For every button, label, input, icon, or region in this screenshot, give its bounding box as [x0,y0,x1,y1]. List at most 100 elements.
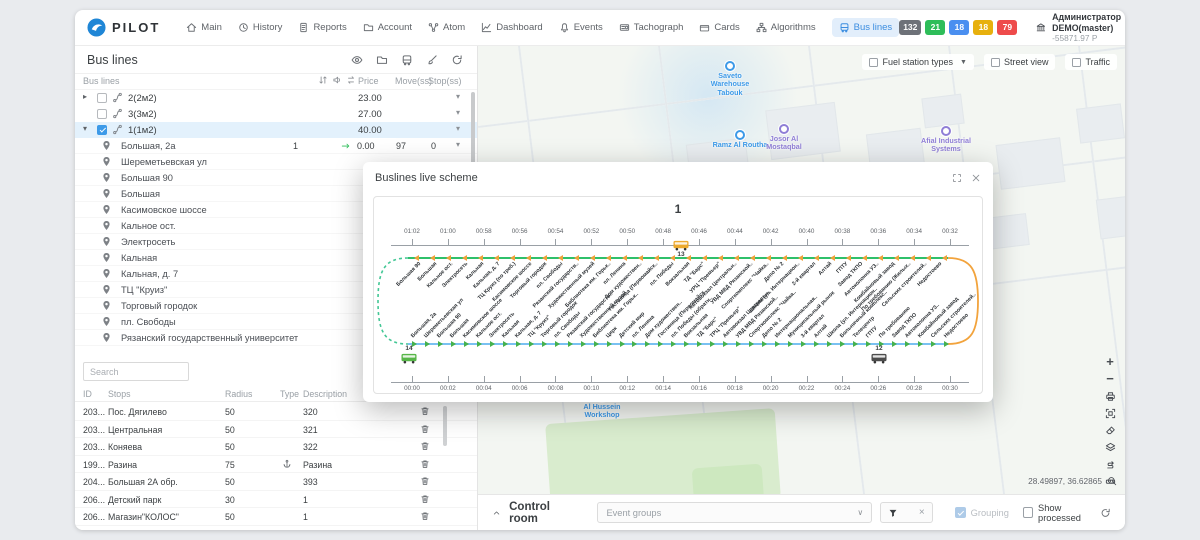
street-view-toggle[interactable]: Street view [984,54,1056,70]
table-row[interactable]: 204...Большая 2А обр.50393 [75,473,477,491]
nav-label: Cards [714,22,739,33]
funnel-icon[interactable] [888,508,898,518]
street-view-checkbox[interactable] [991,58,1000,67]
row-caret-icon[interactable]: ▾ [456,92,460,101]
map-poi[interactable]: Josor Al Mostaqbal [754,124,814,152]
search-input[interactable] [83,362,189,381]
nav-item-tachograph[interactable]: Tachograph [619,22,684,33]
nav-item-events[interactable]: Events [559,22,603,33]
traffic-checkbox[interactable] [1072,58,1081,67]
tree-group-row[interactable]: 3(3м2)27.00▾ [75,106,477,122]
trash-icon[interactable] [420,511,430,521]
map-building [1096,192,1125,239]
map-pin-icon [101,188,112,199]
nav-item-main[interactable]: Main [186,22,222,33]
table-row[interactable]: 203...Центральная50321 [75,421,477,439]
top-route-arrow [846,255,851,261]
map-tool-printer[interactable] [1103,390,1117,402]
fuel-station-types-toggle[interactable]: Fuel station types ▼ [862,54,973,70]
nav-item-algorithms[interactable]: Algorithms [756,22,816,33]
show-processed-checkbox[interactable] [1023,507,1033,518]
trash-icon[interactable] [420,494,430,504]
counter-badge-2[interactable]: 18 [949,20,969,35]
eye-icon[interactable] [351,54,363,66]
map-poi[interactable]: Afial Industrial Systems [916,126,976,154]
bus-icon-14[interactable] [400,353,418,364]
top-tick-label: 00:46 [684,228,714,235]
trash-icon[interactable] [420,406,430,416]
tree-checkbox[interactable] [97,109,107,119]
trash-icon[interactable] [420,424,430,434]
map-tool-eraser[interactable] [1103,424,1117,436]
nav-item-history[interactable]: History [238,22,283,33]
nav-item-cards[interactable]: Cards [699,22,739,33]
map-tool-plus[interactable]: + [1103,356,1117,368]
row-caret-icon[interactable]: ▾ [456,124,460,133]
clear-filter-icon[interactable]: × [919,507,925,518]
speaker-icon[interactable] [332,75,342,85]
bus-icon-12[interactable] [870,353,888,364]
tree-scrollbar[interactable] [471,92,475,172]
magnifier-icon[interactable] [1107,476,1117,486]
counter-badge-1[interactable]: 21 [925,20,945,35]
brush-icon[interactable] [426,54,438,66]
bus-icon[interactable] [401,54,413,66]
table-row[interactable]: 206...Магазин"КОЛОС"501 [75,508,477,526]
swap-icon[interactable] [346,75,356,85]
map-tool-sroute[interactable] [1103,458,1117,470]
refresh-icon[interactable] [1100,507,1111,519]
nav-item-bus-lines[interactable]: Bus lines [832,18,900,37]
table-row[interactable]: 206...Детский парк301 [75,491,477,509]
tree-checkbox[interactable] [97,93,107,103]
collapse-control-room-icon[interactable] [492,508,501,518]
map-tool-minus[interactable]: − [1103,373,1117,385]
map-poi[interactable]: Saveto Warehouse Tabouk [700,61,760,97]
refresh-icon[interactable] [451,54,463,66]
bus-icon-13[interactable] [672,240,690,251]
event-groups-select[interactable]: Event groups ∨ [597,502,872,523]
organization-icon [1036,19,1046,36]
trash-icon[interactable] [420,476,430,486]
tree-stop-row[interactable]: Большая, 2а10.00970▾ [75,138,477,154]
table-scrollbar[interactable] [443,406,447,446]
row-caret-icon[interactable]: ▾ [456,140,460,149]
map-building [1076,103,1125,143]
trash-icon[interactable] [420,441,430,451]
table-row[interactable]: 203...Коняева50322 [75,438,477,456]
bottom-tick-label: 00:06 [505,385,535,392]
expand-icon[interactable] [952,173,962,183]
filter-box[interactable]: × [880,502,932,523]
trash-icon[interactable] [420,459,430,469]
close-icon[interactable] [971,173,981,183]
stop-name: Кальная, д. 7 [121,269,178,279]
nav-item-account[interactable]: Account [363,22,412,33]
tree-group-row[interactable]: ▸2(2м2)23.00▾ [75,90,477,106]
tree-chevron-icon[interactable]: ▸ [83,92,87,101]
table-row[interactable]: 203...Пос. Дягилево50320 [75,403,477,421]
map-tool-layers[interactable] [1103,441,1117,453]
grouping-checkbox[interactable] [955,507,966,518]
sort-icon[interactable] [318,75,328,85]
app-logo[interactable]: PILOT [87,18,160,37]
folder-icon[interactable] [376,54,388,66]
tree-group-row[interactable]: ▾1(1м2)40.00▾ [75,122,477,138]
counter-badge-3[interactable]: 18 [973,20,993,35]
grouping-toggle[interactable]: Grouping [955,507,1009,518]
row-caret-icon[interactable]: ▾ [456,108,460,117]
nav-item-atom[interactable]: Atom [428,22,465,33]
map-tool-frame[interactable] [1103,407,1117,419]
nav-item-reports[interactable]: Reports [298,22,346,33]
counter-badge-4[interactable]: 79 [997,20,1017,35]
traffic-toggle[interactable]: Traffic [1065,54,1117,70]
table-row[interactable]: 199...Разина75Разина [75,456,477,474]
nav-item-dashboard[interactable]: Dashboard [481,22,542,33]
user-block[interactable]: Администратор DEMO(master) -55871.97 Р [1036,12,1125,44]
fuel-checkbox[interactable] [869,58,878,67]
counter-badge-0[interactable]: 132 [899,20,921,35]
show-processed-toggle[interactable]: Show processed [1023,503,1100,523]
top-route-arrow [814,255,819,261]
tree-chevron-icon[interactable]: ▾ [83,124,87,133]
tree-checkbox[interactable] [97,125,107,135]
bottom-route-arrow [775,341,780,347]
top-tick-label: 00:50 [612,228,642,235]
